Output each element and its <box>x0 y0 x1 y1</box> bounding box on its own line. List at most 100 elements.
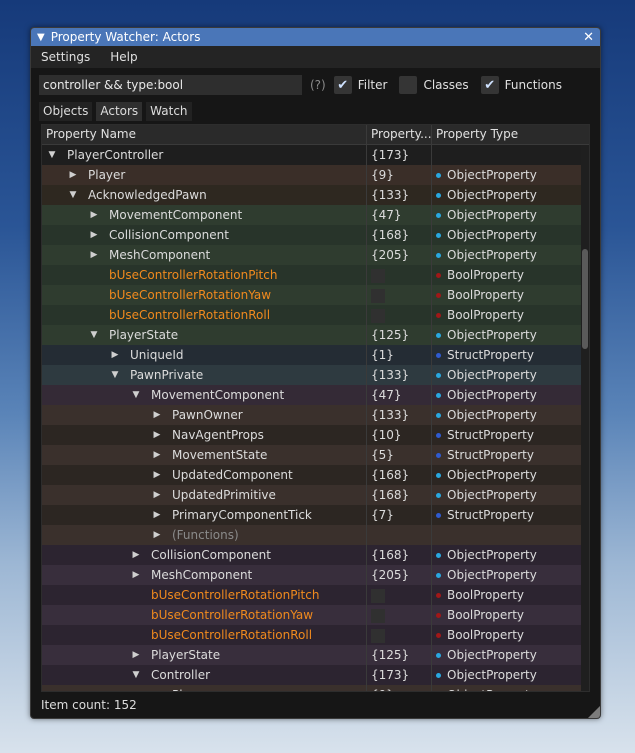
expand-closed-icon[interactable]: ▶ <box>151 430 163 440</box>
expand-open-icon[interactable]: ▼ <box>130 670 142 680</box>
table-row[interactable]: ▶bUseControllerRotationRoll BoolProperty <box>42 625 589 645</box>
table-row[interactable]: ▶bUseControllerRotationPitch BoolProperty <box>42 585 589 605</box>
search-input[interactable] <box>39 75 302 95</box>
table-row[interactable]: ▶ Player {9} ObjectProperty <box>42 685 589 691</box>
help-marker[interactable]: (?) <box>310 78 326 92</box>
table-row[interactable]: ▼ MovementComponent {47} ObjectProperty <box>42 385 589 405</box>
property-value-cell: {205} <box>367 245 432 265</box>
table-row[interactable]: ▼ PawnPrivate {133} ObjectProperty <box>42 365 589 385</box>
table-row[interactable]: ▶ PawnOwner {133} ObjectProperty <box>42 405 589 425</box>
table-row[interactable]: ▶ MeshComponent {205} ObjectProperty <box>42 245 589 265</box>
property-type-label: ObjectProperty <box>447 368 537 382</box>
expand-open-icon[interactable]: ▼ <box>88 330 100 340</box>
table-row[interactable]: ▶bUseControllerRotationRoll BoolProperty <box>42 305 589 325</box>
tab-actors[interactable]: Actors <box>96 102 143 121</box>
table-row[interactable]: ▼ Controller {173} ObjectProperty <box>42 665 589 685</box>
tab-watch[interactable]: Watch <box>146 102 192 121</box>
resize-grip-icon[interactable] <box>588 706 600 718</box>
property-type-cell: ObjectProperty <box>432 668 577 682</box>
table-row[interactable]: ▶ (Functions) <box>42 525 589 545</box>
expand-closed-icon[interactable]: ▶ <box>130 550 142 560</box>
property-value-cell: {47} <box>367 385 432 405</box>
property-value-cell <box>367 285 432 305</box>
property-value-cell: {10} <box>367 425 432 445</box>
expand-closed-icon[interactable]: ▶ <box>151 490 163 500</box>
table-row[interactable]: ▶bUseControllerRotationYaw BoolProperty <box>42 605 589 625</box>
property-name-label: MeshComponent <box>109 248 211 262</box>
property-name-cell: ▶ MovementComponent <box>42 205 367 225</box>
table-row[interactable]: ▶bUseControllerRotationYaw BoolProperty <box>42 285 589 305</box>
table-row[interactable]: ▶ CollisionComponent {168} ObjectProperty <box>42 225 589 245</box>
title-bar[interactable]: ▼ Property Watcher: Actors ✕ <box>31 28 600 46</box>
tab-objects[interactable]: Objects <box>39 102 93 121</box>
classes-checkbox[interactable] <box>399 76 418 94</box>
expand-closed-icon[interactable]: ▶ <box>130 650 142 660</box>
table-row[interactable]: ▼ PlayerController {173} <box>42 145 589 165</box>
close-icon[interactable]: ✕ <box>583 30 594 45</box>
table-row[interactable]: ▶ PrimaryComponentTick {7} StructProperty <box>42 505 589 525</box>
table-row[interactable]: ▶ UniqueId {1} StructProperty <box>42 345 589 365</box>
expand-closed-icon[interactable]: ▶ <box>151 410 163 420</box>
table-row[interactable]: ▶ PlayerState {125} ObjectProperty <box>42 645 589 665</box>
functions-checkbox[interactable]: ✔ <box>480 76 499 94</box>
table-row[interactable]: ▶bUseControllerRotationPitch BoolProperty <box>42 265 589 285</box>
table-row[interactable]: ▶ UpdatedComponent {168} ObjectProperty <box>42 465 589 485</box>
filter-checkbox[interactable]: ✔ <box>333 76 352 94</box>
column-header-type[interactable]: Property Type <box>432 125 577 144</box>
table-row[interactable]: ▼ PlayerState {125} ObjectProperty <box>42 325 589 345</box>
property-value-cell <box>367 585 432 605</box>
expand-open-icon[interactable]: ▼ <box>46 150 58 160</box>
expand-open-icon[interactable]: ▼ <box>109 370 121 380</box>
property-table: Property Name Property... Property Type … <box>41 124 590 692</box>
expand-open-icon[interactable]: ▼ <box>130 390 142 400</box>
property-value-cell: {173} <box>367 665 432 685</box>
expand-closed-icon[interactable]: ▶ <box>88 210 100 220</box>
table-row[interactable]: ▶ MeshComponent {205} ObjectProperty <box>42 565 589 585</box>
property-type-cell: BoolProperty <box>432 628 577 642</box>
bool-checkbox[interactable] <box>371 268 385 283</box>
table-row[interactable]: ▶ MovementComponent {47} ObjectProperty <box>42 205 589 225</box>
table-row[interactable]: ▶ MovementState {5} StructProperty <box>42 445 589 465</box>
property-value-cell: {1} <box>367 345 432 365</box>
bool-checkbox[interactable] <box>371 308 385 323</box>
expand-closed-icon[interactable]: ▶ <box>151 450 163 460</box>
table-row[interactable]: ▼ AcknowledgedPawn {133} ObjectProperty <box>42 185 589 205</box>
column-header-value[interactable]: Property... <box>367 125 432 144</box>
expand-closed-icon[interactable]: ▶ <box>151 530 163 540</box>
menu-help[interactable]: Help <box>100 50 147 64</box>
functions-checkbox-label: Functions <box>504 78 562 92</box>
expand-closed-icon[interactable]: ▶ <box>151 690 163 691</box>
bool-checkbox[interactable] <box>371 588 385 603</box>
scrollbar-thumb[interactable] <box>582 249 588 349</box>
bool-checkbox[interactable] <box>371 288 385 303</box>
expand-closed-icon[interactable]: ▶ <box>67 170 79 180</box>
property-value-cell: {168} <box>367 545 432 565</box>
property-value-cell: {47} <box>367 205 432 225</box>
property-type-label: ObjectProperty <box>447 408 537 422</box>
table-row[interactable]: ▶ CollisionComponent {168} ObjectProperty <box>42 545 589 565</box>
table-row[interactable]: ▶ NavAgentProps {10} StructProperty <box>42 425 589 445</box>
vertical-scrollbar[interactable] <box>581 145 589 691</box>
table-row[interactable]: ▶ Player {9} ObjectProperty <box>42 165 589 185</box>
property-type-cell: BoolProperty <box>432 608 577 622</box>
expand-closed-icon[interactable]: ▶ <box>130 570 142 580</box>
expand-closed-icon[interactable]: ▶ <box>151 470 163 480</box>
column-header-name[interactable]: Property Name <box>42 125 367 144</box>
property-value-cell: {9} <box>367 685 432 691</box>
expand-open-icon[interactable]: ▼ <box>67 190 79 200</box>
expand-closed-icon[interactable]: ▶ <box>88 250 100 260</box>
table-row[interactable]: ▶ UpdatedPrimitive {168} ObjectProperty <box>42 485 589 505</box>
menu-settings[interactable]: Settings <box>31 50 100 64</box>
bool-checkbox[interactable] <box>371 628 385 643</box>
expand-closed-icon[interactable]: ▶ <box>88 230 100 240</box>
bool-checkbox[interactable] <box>371 608 385 623</box>
property-value-cell <box>367 625 432 645</box>
property-type-label: ObjectProperty <box>447 488 537 502</box>
expand-closed-icon[interactable]: ▶ <box>109 350 121 360</box>
expand-closed-icon[interactable]: ▶ <box>151 510 163 520</box>
table-header: Property Name Property... Property Type <box>42 125 589 145</box>
property-type-cell: ObjectProperty <box>432 568 577 582</box>
collapse-triangle-icon[interactable]: ▼ <box>37 32 45 43</box>
property-value-cell: {168} <box>367 225 432 245</box>
property-name-cell: ▶ CollisionComponent <box>42 225 367 245</box>
